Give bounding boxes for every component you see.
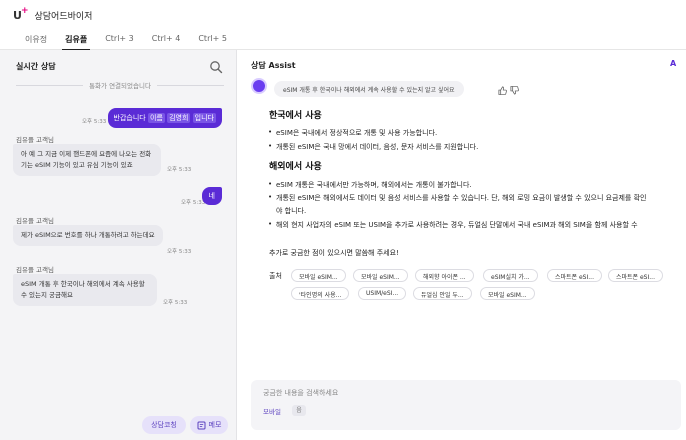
thumbs-up-icon[interactable]: [498, 86, 507, 95]
source-chip[interactable]: eSIM실치 가...: [483, 269, 538, 282]
source-chip[interactable]: '타인명의 사용...: [291, 287, 350, 300]
tab-session-5[interactable]: Ctrl+ 5: [189, 30, 236, 50]
customer-name: 김유플 고객님: [16, 217, 54, 225]
message-time: 오후 5:33: [163, 300, 188, 306]
search-icon[interactable]: [209, 60, 223, 74]
assist-title: 상담 Assist: [251, 61, 296, 70]
tab-session-4[interactable]: Ctrl+ 4: [143, 30, 190, 50]
tab-session-1[interactable]: 이유정: [16, 30, 56, 50]
brand-logo-plus: +: [20, 6, 29, 16]
customer-message: 아 예 그 지금 이제 핸드폰에 요즘에 나오는 전화기는 eSIM 기능이 있…: [13, 144, 161, 176]
answer-closing: 추가로 궁금한 점이 있으시면 말씀해 주세요!: [269, 249, 399, 257]
source-chip[interactable]: 스마트폰 eSI...: [608, 269, 663, 282]
app-header: U + 상담어드바이저: [0, 0, 686, 30]
customer-message: 제가 eSIM으로 번호를 하나 개통하려고 하는데요: [13, 225, 163, 246]
bot-avatar: [251, 78, 267, 94]
answer-bullet: 개통된 eSIM은 해외에서도 데이터 및 음성 서비스를 사용할 수 있습니다…: [269, 193, 686, 203]
customer-name: 김유플 고객님: [16, 136, 54, 144]
answer-bullet: eSIM은 국내에서 정상적으로 개통 및 사용 가능합니다.: [269, 128, 686, 138]
customer-message: eSIM 개통 후 한국이나 해외에서 계속 사용할 수 있는지 궁금해요: [13, 274, 157, 306]
source-chip[interactable]: 모바일 eSIM...: [353, 269, 408, 282]
source-chip[interactable]: USIM/eSI...: [358, 287, 407, 300]
assist-search-box[interactable]: 궁금한 내용을 검색하세요 모바일 음: [251, 380, 681, 430]
agent-message: 네: [201, 187, 222, 205]
coaching-button[interactable]: 상담코칭: [142, 416, 186, 434]
connection-notice: 통화가 연결되었습니다: [89, 82, 151, 90]
memo-button[interactable]: 메모: [190, 416, 228, 434]
search-input[interactable]: 궁금한 내용을 검색하세요: [263, 388, 338, 398]
agent-message: 반갑습니다 이름 김영희 입니다: [107, 108, 222, 128]
source-chip[interactable]: 듀얼심 안일 두...: [413, 287, 472, 300]
assist-corner-label: A: [670, 59, 677, 68]
app-title: 상담어드바이저: [34, 11, 93, 22]
tab-session-2[interactable]: 김유플: [56, 30, 96, 51]
message-time: 오후 5:33: [82, 119, 107, 125]
source-chip[interactable]: 모바일 eSIM...: [291, 269, 346, 282]
session-tabs: 이유정 김유플 Ctrl+ 3 Ctrl+ 4 Ctrl+ 5: [0, 30, 686, 51]
source-chip[interactable]: 스마트폰 eSI...: [547, 269, 602, 282]
live-chat-panel: 실시간 상담 통화가 연결되었습니다 오후 5:33 반갑습니다 이름 김영희 …: [0, 50, 237, 440]
search-tag-chip[interactable]: 음: [292, 405, 306, 416]
connection-divider: 통화가 연결되었습니다: [16, 80, 224, 90]
customer-question: eSIM 개통 후 한국이나 해외에서 계속 사용할 수 있는지 알고 싶어요: [274, 81, 464, 97]
tab-session-3[interactable]: Ctrl+ 3: [96, 30, 143, 50]
answer-bullet: 해외 현지 사업자의 eSIM 또는 USIM을 추가로 사용하려는 경우, 듀…: [269, 220, 686, 230]
answer-bullet: 개통된 eSIM은 국내 망에서 데이터, 음성, 문자 서비스를 지원합니다.: [269, 142, 686, 152]
section-title-overseas: 해외에서 사용: [269, 162, 322, 172]
message-time: 오후 5:33: [167, 167, 192, 173]
thumbs-down-icon[interactable]: [510, 86, 519, 95]
memo-label: 메모: [208, 421, 222, 429]
search-tag[interactable]: 모바일: [263, 406, 281, 416]
source-chip[interactable]: 해외향 아이폰 ...: [415, 269, 474, 282]
customer-name: 김유플 고객님: [16, 266, 54, 274]
sources-label: 출처: [269, 272, 282, 280]
memo-icon: [197, 421, 206, 429]
answer-bullet: eSIM 개통은 국내에서만 가능하며, 해외에서는 개통이 불가합니다.: [269, 180, 686, 190]
source-chip[interactable]: 모바일 eSIM...: [480, 287, 535, 300]
message-time: 오후 5:33: [167, 249, 192, 255]
answer-bullet-continued: 야 합니다.: [276, 207, 307, 215]
assist-panel: 상담 Assist A eSIM 개통 후 한국이나 해외에서 계속 사용할 수…: [238, 50, 686, 440]
section-title-korea: 한국에서 사용: [269, 111, 322, 121]
chat-panel-title: 실시간 상담: [16, 62, 56, 71]
